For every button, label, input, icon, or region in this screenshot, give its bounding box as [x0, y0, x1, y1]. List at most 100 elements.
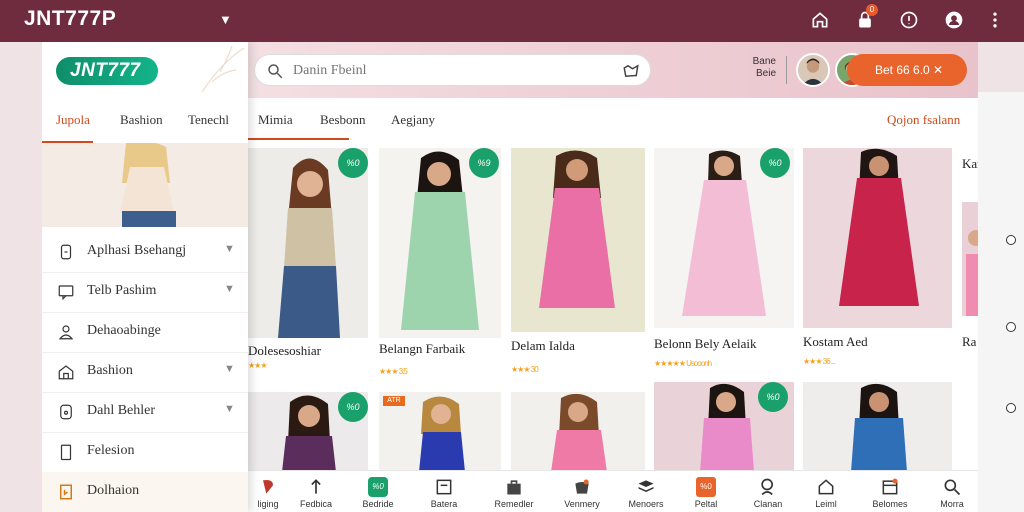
product-rating: ★★★★★ Usooonh [654, 359, 712, 368]
nav-item[interactable]: Batera [414, 471, 474, 512]
nav-item[interactable]: Clanan [738, 471, 798, 512]
tab-link-right[interactable]: Qojon fsalann [887, 112, 960, 128]
account-label: Bane Beie [752, 56, 776, 79]
sidebar-tab-bashion[interactable]: Bashion [120, 112, 163, 128]
search-icon [761, 478, 773, 496]
tab-besbonn[interactable]: Besbonn [320, 112, 366, 128]
product-card[interactable] [962, 202, 978, 316]
leaf-decoration-icon [201, 45, 245, 93]
sidebar-banner-image [42, 143, 248, 227]
more-vertical-icon[interactable] [984, 9, 1006, 31]
product-card[interactable] [803, 382, 952, 472]
brand-title: JNT777P [24, 7, 117, 30]
logo[interactable]: JNT777 [56, 57, 158, 85]
pager-dot[interactable] [1006, 235, 1016, 245]
product-name[interactable]: Belonn Bely Aelaik [654, 336, 757, 352]
sidebar-item-dahl[interactable]: Dahl Behler ▼ [42, 392, 248, 432]
home-icon [58, 365, 74, 380]
product-badge: %0 [760, 148, 790, 178]
sidebar-tab-tenechl[interactable]: Tenechl [188, 112, 229, 128]
sidebar-item-bashion[interactable]: Bashion ▼ [42, 352, 248, 392]
product-card[interactable] [511, 392, 645, 472]
nav-item[interactable]: Leiml [796, 471, 856, 512]
search-bar[interactable] [254, 54, 651, 86]
product-name[interactable]: Kar [962, 156, 978, 172]
nav-item[interactable]: Fedbica [286, 471, 346, 512]
pager-dot[interactable] [1006, 403, 1016, 413]
nav-item[interactable]: Morra [922, 471, 978, 512]
product-badge: %9 [469, 148, 499, 178]
stack-icon [638, 480, 654, 492]
tab-mimia[interactable]: Mimia [258, 112, 293, 128]
chat-icon [58, 285, 74, 301]
pin-icon [263, 480, 273, 494]
arrow-up-icon [311, 479, 321, 494]
nav-item[interactable]: Remedler [484, 471, 544, 512]
product-card[interactable] [511, 148, 645, 332]
phone-icon [60, 444, 72, 461]
product-badge: ATR [383, 396, 405, 406]
app-window: Bane Beie Bet 66 6.0 ✕ Jupola Bashion Te… [42, 42, 978, 512]
sidebar-item-felesion[interactable]: Felesion [42, 432, 248, 472]
product-name[interactable]: Delam Ialda [511, 338, 575, 354]
product-image [803, 148, 952, 328]
product-card[interactable]: %9 [379, 148, 501, 338]
camera-icon[interactable] [622, 62, 640, 80]
product-name[interactable]: Dolesesoshiar [248, 343, 321, 359]
chevron-down-icon: ▼ [224, 283, 235, 295]
search-icon [268, 64, 283, 79]
product-card[interactable]: %0 [248, 392, 368, 472]
product-name[interactable]: Belangn Farbaik [379, 341, 465, 357]
product-card[interactable]: %0 [654, 382, 794, 472]
nav-item[interactable]: Venmery [552, 471, 612, 512]
user-icon [58, 325, 74, 340]
tab-aegjany[interactable]: Aegjany [391, 112, 435, 128]
nav-item[interactable]: Belomes [860, 471, 920, 512]
product-rating: ★★★ [248, 361, 267, 370]
product-name[interactable]: Ra [962, 334, 976, 350]
chevron-down-icon: ▼ [224, 363, 235, 375]
alert-icon[interactable] [898, 9, 920, 31]
product-card[interactable] [803, 148, 952, 328]
tab-indicator [247, 138, 349, 140]
document-icon [60, 244, 72, 260]
chevron-down-icon: ▼ [224, 403, 235, 415]
badge-icon: %0 [368, 477, 388, 497]
home-icon [818, 479, 834, 495]
user-circle-icon[interactable] [943, 9, 965, 31]
sidebar-item-dolhaion[interactable]: Dolhaion [42, 472, 248, 512]
product-image [803, 382, 952, 472]
chevron-down-icon: ▼ [224, 243, 235, 255]
nav-item[interactable]: Menoers [616, 471, 676, 512]
search-input[interactable] [293, 60, 613, 82]
product-card[interactable]: %0 [248, 148, 368, 338]
sidebar-item-aplhasi[interactable]: Aplhasi Bsehangj ▼ [42, 232, 248, 272]
product-card[interactable]: ATR [379, 392, 501, 472]
sidebar-tab-jupola[interactable]: Jupola [56, 112, 90, 128]
avatar[interactable] [796, 53, 830, 87]
promo-button[interactable]: Bet 66 6.0 ✕ [847, 54, 967, 86]
search-icon [944, 479, 961, 496]
cart-icon [575, 479, 589, 494]
sidebar-item-dehaoabinge[interactable]: Dehaoabinge [42, 312, 248, 352]
notification-badge: 0 [866, 4, 878, 16]
product-rating: ★★★ 36 ... [803, 357, 836, 366]
nav-item[interactable]: %0 Bedride [348, 471, 408, 512]
right-background-strip [978, 92, 1024, 512]
product-name[interactable]: Kostam Aed [803, 334, 868, 350]
product-badge: %0 [338, 148, 368, 178]
bottom-nav: liging Fedbica %0 Bedride Batera Remedle… [248, 470, 978, 512]
header-divider [786, 56, 787, 84]
home-icon[interactable] [809, 9, 831, 31]
chevron-down-icon[interactable]: ▼ [219, 12, 232, 27]
product-image [511, 148, 645, 332]
product-badge: %0 [338, 392, 368, 422]
calendar-icon [882, 478, 898, 495]
nav-item[interactable]: %0 Peltal [676, 471, 736, 512]
tag-icon [60, 404, 72, 420]
gift-icon: %0 [696, 477, 716, 497]
sidebar-panel: JNT777 Jupola Bashion Tenechl Aplhasi Bs… [42, 42, 248, 512]
sidebar-item-telb[interactable]: Telb Pashim ▼ [42, 272, 248, 312]
pager-dot[interactable] [1006, 322, 1016, 332]
product-card[interactable]: %0 [654, 148, 794, 328]
